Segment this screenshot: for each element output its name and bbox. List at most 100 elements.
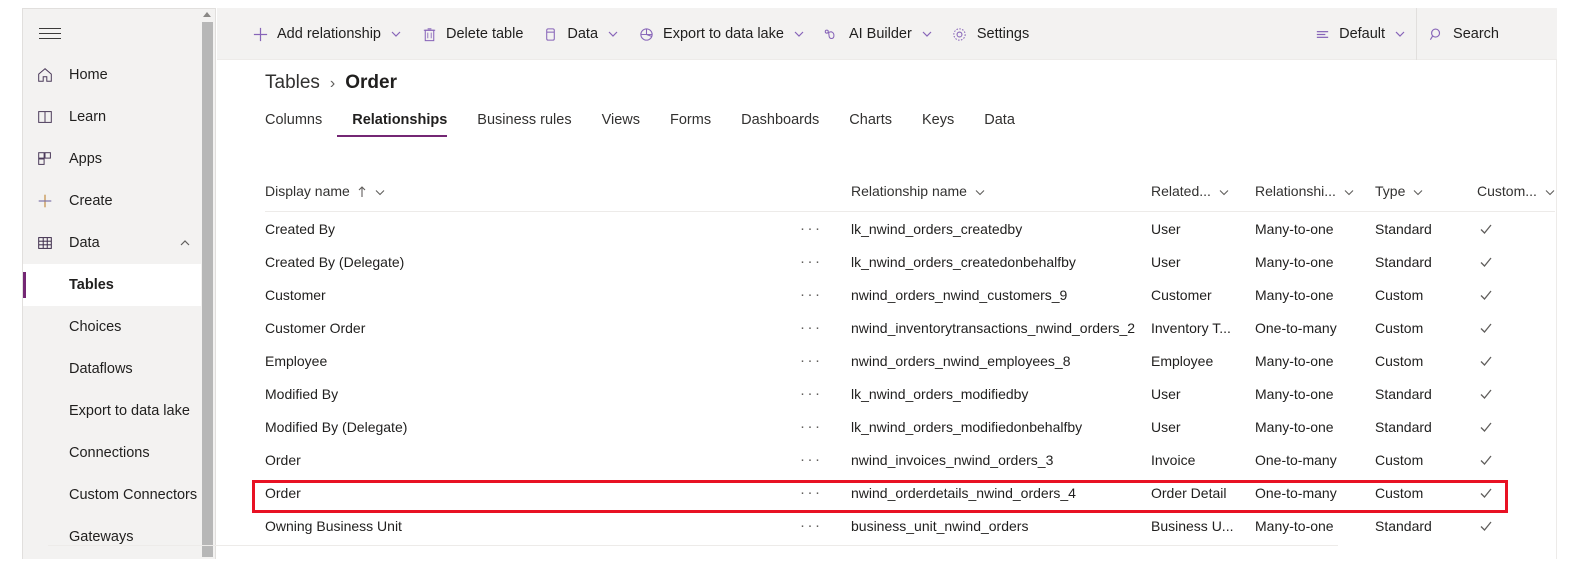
data-button[interactable]: Data: [532, 8, 628, 60]
column-header-relationship-name[interactable]: Relationship name: [851, 170, 986, 212]
row-more-options-icon[interactable]: ···: [800, 410, 830, 443]
cell-related-table: User: [1151, 418, 1181, 435]
sidebar-scrollbar[interactable]: [201, 10, 214, 559]
tab-business-rules[interactable]: Business rules: [462, 112, 586, 137]
settings-button[interactable]: Settings: [942, 8, 1038, 60]
apps-icon: [35, 149, 55, 169]
sidebar-item-tables[interactable]: Tables: [23, 264, 205, 306]
column-header-custom[interactable]: Custom...: [1477, 170, 1556, 212]
row-more-options-icon[interactable]: ···: [800, 311, 830, 344]
relationships-grid: Display name Relationship name Related... R…: [265, 170, 1555, 542]
chevron-down-icon[interactable]: [390, 28, 402, 40]
book-icon: [35, 107, 55, 127]
chevron-down-icon[interactable]: [607, 28, 619, 40]
sidebar-item-export-to-data-lake[interactable]: Export to data lake: [23, 390, 205, 432]
tab-dashboards[interactable]: Dashboards: [726, 112, 834, 137]
chevron-down-icon[interactable]: [974, 185, 986, 197]
row-more-options-icon[interactable]: ···: [800, 245, 830, 278]
table-row[interactable]: Created By ··· lk_nwind_orders_createdby Us…: [265, 212, 1555, 245]
tab-bar: Columns Relationships Business rules Vie…: [265, 112, 1030, 137]
delete-table-button[interactable]: Delete table: [411, 8, 532, 60]
sidebar-item-learn[interactable]: Learn: [23, 96, 205, 138]
cell-relationship-name: lk_nwind_orders_modifiedby: [851, 385, 1029, 402]
cell-relationship-name: nwind_orderdetails_nwind_orders_4: [851, 484, 1076, 501]
chevron-down-icon[interactable]: [1394, 28, 1406, 40]
cell-type: Standard: [1375, 385, 1432, 402]
chevron-down-icon[interactable]: [1412, 185, 1424, 197]
table-row[interactable]: Customer Order ··· nwind_inventorytransact…: [265, 311, 1555, 344]
chevron-down-icon[interactable]: [1218, 185, 1230, 197]
chevron-down-icon[interactable]: [793, 28, 805, 40]
sidebar-item-dataflows[interactable]: Dataflows: [23, 348, 205, 390]
button-label: Delete table: [446, 26, 524, 42]
row-more-options-icon[interactable]: ···: [800, 278, 830, 311]
row-more-options-icon[interactable]: ···: [800, 377, 830, 410]
sidebar-item-connections[interactable]: Connections: [23, 432, 205, 474]
column-header-relationshi[interactable]: Relationshi...: [1255, 170, 1355, 212]
cell-relationship-type: Many-to-one: [1255, 220, 1334, 237]
cell-related-table: Invoice: [1151, 451, 1196, 468]
sidebar-item-data[interactable]: Data: [23, 222, 205, 264]
search-button[interactable]: Search: [1418, 8, 1557, 60]
sidebar-item-gateways[interactable]: Gateways: [23, 516, 205, 558]
table-row[interactable]: Modified By ··· lk_nwind_orders_modifiedby…: [265, 377, 1555, 410]
tab-views[interactable]: Views: [587, 112, 655, 137]
table-row[interactable]: Order ··· nwind_orderdetails_nwind_orders_…: [265, 476, 1555, 509]
row-more-options-icon[interactable]: ···: [800, 476, 830, 509]
table-row[interactable]: Customer ··· nwind_orders_nwind_customers_…: [265, 278, 1555, 311]
sidebar-item-choices[interactable]: Choices: [23, 306, 205, 348]
chevron-down-icon[interactable]: [374, 185, 386, 197]
view-selector-button[interactable]: Default: [1304, 8, 1415, 60]
sidebar-item-custom-connectors[interactable]: Custom Connectors: [23, 474, 205, 516]
sidebar-item-apps[interactable]: Apps: [23, 138, 205, 180]
export-to-data-lake-button[interactable]: Export to data lake: [628, 8, 814, 60]
row-more-options-icon[interactable]: ···: [800, 509, 830, 542]
tab-keys[interactable]: Keys: [907, 112, 969, 137]
checkmark-icon: [1479, 311, 1493, 344]
cell-relationship-type: One-to-many: [1255, 451, 1337, 468]
cell-relationship-type: One-to-many: [1255, 484, 1337, 501]
tab-relationships[interactable]: Relationships: [337, 112, 462, 137]
table-row[interactable]: Order ··· nwind_invoices_nwind_orders_3 Inv…: [265, 443, 1555, 476]
cell-relationship-name: lk_nwind_orders_createdby: [851, 220, 1023, 237]
row-more-options-icon[interactable]: ···: [800, 212, 830, 245]
row-more-options-icon[interactable]: ···: [800, 443, 830, 476]
column-header-type[interactable]: Type: [1375, 170, 1424, 212]
tab-charts[interactable]: Charts: [834, 112, 907, 137]
sidebar-item-home[interactable]: Home: [23, 54, 205, 96]
row-more-options-icon[interactable]: ···: [800, 344, 830, 377]
command-bar: Add relationship Delete table Data Expor…: [217, 8, 1557, 60]
checkmark-icon: [1479, 212, 1493, 245]
chevron-down-icon[interactable]: [921, 28, 933, 40]
cell-display-name: Created By: [265, 220, 336, 237]
sort-ascending-icon[interactable]: [357, 185, 367, 197]
table-row[interactable]: Employee ··· nwind_orders_nwind_employees_…: [265, 344, 1555, 377]
table-row[interactable]: Created By (Delegate) ··· lk_nwind_orders_…: [265, 245, 1555, 278]
cell-related-table: User: [1151, 385, 1181, 402]
tab-data[interactable]: Data: [969, 112, 1030, 137]
tab-columns[interactable]: Columns: [265, 112, 337, 137]
chevron-down-icon[interactable]: [1544, 185, 1556, 197]
column-header-display-name[interactable]: Display name: [265, 170, 386, 212]
add-relationship-button[interactable]: Add relationship: [242, 8, 411, 60]
checkmark-icon: [1479, 278, 1493, 311]
table-row[interactable]: Modified By (Delegate) ··· lk_nwind_orders…: [265, 410, 1555, 443]
hamburger-icon[interactable]: [39, 26, 61, 42]
scrollbar-thumb[interactable]: [202, 22, 213, 557]
column-header-related[interactable]: Related...: [1151, 170, 1230, 212]
left-navigation-sidebar: Home Learn Apps Create Data Tables Choic…: [22, 8, 216, 559]
sidebar-nav-list: Home Learn Apps Create Data Tables Choic…: [23, 54, 205, 558]
cell-related-table: Business U...: [1151, 517, 1234, 534]
table-row[interactable]: Owning Business Unit ··· business_unit_nwi…: [265, 509, 1555, 542]
ai-builder-button[interactable]: AI Builder: [814, 8, 942, 60]
datalake-icon: [637, 25, 655, 43]
chevron-up-icon[interactable]: [179, 237, 191, 249]
dataverse-tables-page: Home Learn Apps Create Data Tables Choic…: [0, 0, 1579, 567]
sidebar-item-label: Connections: [69, 445, 150, 461]
scroll-up-arrow-icon[interactable]: [203, 12, 211, 17]
sidebar-item-label: Tables: [69, 277, 114, 293]
chevron-down-icon[interactable]: [1343, 185, 1355, 197]
breadcrumb-parent-link[interactable]: Tables: [265, 72, 320, 94]
sidebar-item-create[interactable]: Create: [23, 180, 205, 222]
tab-forms[interactable]: Forms: [655, 112, 726, 137]
